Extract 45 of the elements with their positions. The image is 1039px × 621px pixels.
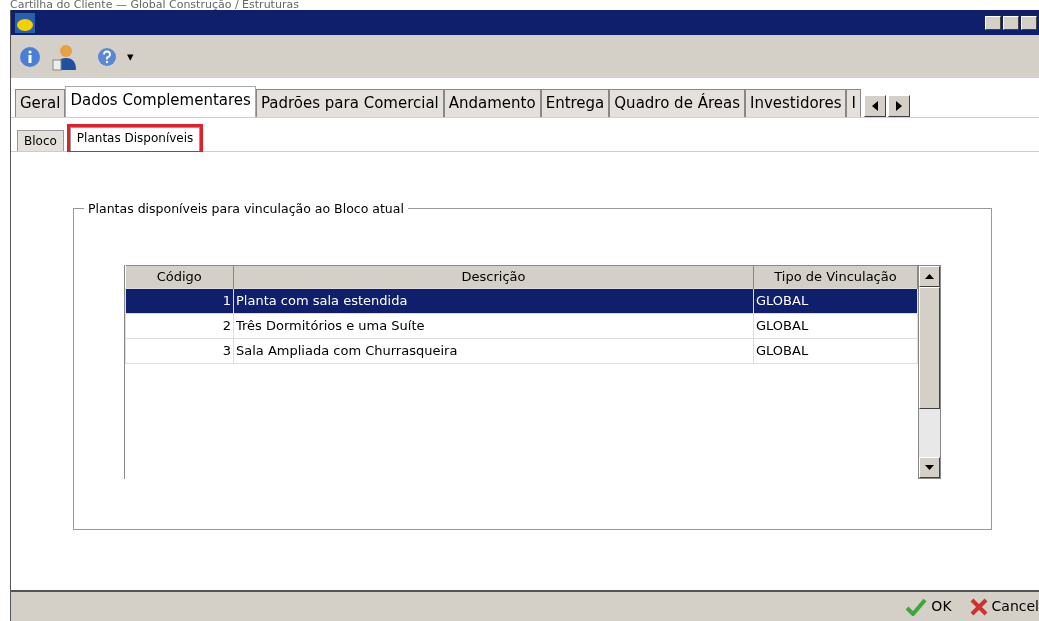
checkmark-icon [905, 597, 928, 616]
down-triangle-icon [925, 465, 934, 470]
table-cell: Sala Ampliada com Churrasqueira [233, 338, 754, 364]
dropdown-arrow[interactable]: ▾ [127, 46, 134, 67]
tab[interactable]: Entrega [540, 89, 610, 117]
tab[interactable]: Investidores [745, 89, 847, 117]
table-cell: GLOBAL [753, 338, 918, 364]
right-triangle-icon [895, 101, 902, 111]
table-cell: 2 [125, 313, 234, 339]
ok-button[interactable]: OK [905, 596, 952, 617]
person-icon[interactable] [51, 42, 77, 71]
table-cell: Planta com sala estendida [233, 288, 754, 314]
tab[interactable]: Padrões para Comercial [255, 89, 444, 117]
scroll-down-button[interactable] [919, 457, 940, 478]
maximize-button[interactable] [1003, 15, 1019, 30]
tab[interactable]: Geral [15, 89, 66, 117]
tab-scroll-right-button[interactable] [887, 95, 910, 117]
table-cell: 3 [125, 338, 234, 364]
up-triangle-icon [925, 274, 934, 279]
column-header[interactable]: Código [125, 265, 234, 289]
subtab[interactable]: Bloco [17, 130, 64, 151]
tab[interactable]: Andamento [443, 89, 541, 117]
column-header[interactable]: Tipo de Vinculação [753, 265, 918, 289]
tab[interactable]: Quadro de Áreas [609, 89, 745, 117]
group-title: Plantas disponíveis para vinculação ao Bloco atual [84, 200, 408, 219]
left-triangle-icon [871, 101, 878, 111]
column-header[interactable]: Descrição [233, 265, 754, 289]
table-cell: GLOBAL [753, 288, 918, 314]
tab[interactable]: Dados Complementares [65, 86, 256, 117]
tab[interactable]: I [846, 89, 861, 117]
table-cell: 1 [125, 288, 234, 314]
subtab[interactable]: Plantas Disponíveis [69, 127, 201, 151]
scrollbar[interactable] [918, 265, 941, 479]
scroll-up-button[interactable] [919, 266, 940, 287]
info-icon[interactable] [19, 45, 41, 68]
window-caption: Cartilha do Cliente — Global Construção / Estruturas [9, 0, 300, 10]
cancel-button[interactable]: Cancel [969, 596, 1039, 617]
close-icon [969, 597, 988, 616]
scroll-thumb[interactable] [919, 287, 940, 409]
close-button[interactable] [1021, 15, 1037, 30]
table-cell: Três Dormitórios e uma Suíte [233, 313, 754, 339]
help-icon[interactable] [97, 46, 117, 67]
minimize-button[interactable] [985, 15, 1001, 30]
table-cell: GLOBAL [753, 313, 918, 339]
tab-scroll-left-button[interactable] [863, 95, 886, 117]
